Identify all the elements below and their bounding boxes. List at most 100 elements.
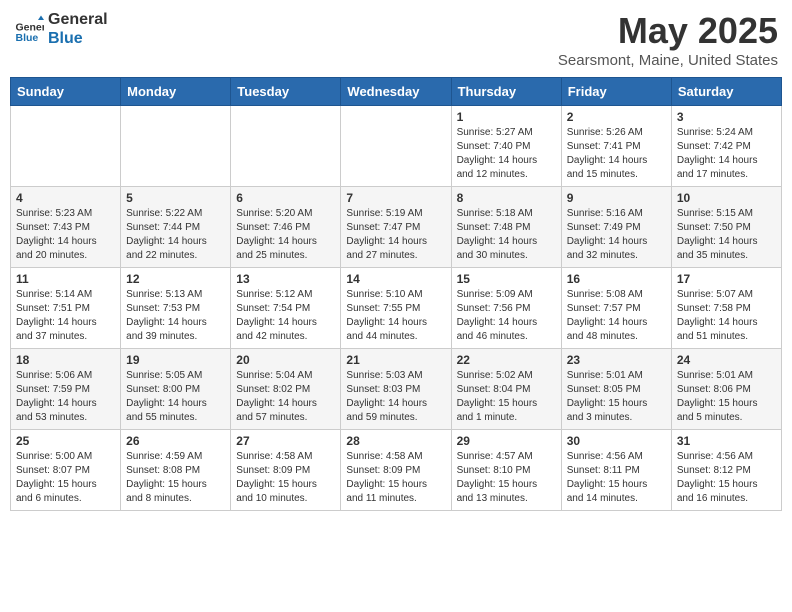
day-number: 19 bbox=[126, 353, 225, 367]
day-info: Sunrise: 5:01 AM Sunset: 8:05 PM Dayligh… bbox=[567, 369, 666, 425]
svg-text:Blue: Blue bbox=[16, 32, 39, 44]
day-number: 1 bbox=[457, 110, 556, 124]
day-number: 6 bbox=[236, 191, 335, 205]
calendar-cell bbox=[11, 106, 121, 187]
day-number: 5 bbox=[126, 191, 225, 205]
calendar-week-row: 25Sunrise: 5:00 AM Sunset: 8:07 PM Dayli… bbox=[11, 430, 782, 511]
day-number: 16 bbox=[567, 272, 666, 286]
day-number: 2 bbox=[567, 110, 666, 124]
day-info: Sunrise: 4:59 AM Sunset: 8:08 PM Dayligh… bbox=[126, 450, 225, 506]
day-info: Sunrise: 5:14 AM Sunset: 7:51 PM Dayligh… bbox=[16, 288, 115, 344]
day-info: Sunrise: 5:18 AM Sunset: 7:48 PM Dayligh… bbox=[457, 207, 556, 263]
calendar-table: SundayMondayTuesdayWednesdayThursdayFrid… bbox=[10, 77, 782, 511]
calendar-header-row: SundayMondayTuesdayWednesdayThursdayFrid… bbox=[11, 78, 782, 106]
calendar-week-row: 11 Sunrise: 5:14 AM Sunset: 7:51 PM Dayli… bbox=[11, 268, 782, 349]
day-info: Sunrise: 5:04 AM Sunset: 8:02 PM Dayligh… bbox=[236, 369, 335, 425]
day-info: Sunrise: 5:26 AM Sunset: 7:41 PM Dayligh… bbox=[567, 126, 666, 182]
day-info: Sunrise: 5:15 AM Sunset: 7:50 PM Dayligh… bbox=[677, 207, 776, 263]
calendar-week-row: 1 Sunrise: 5:27 AM Sunset: 7:40 PM Daylig… bbox=[11, 106, 782, 187]
calendar-cell: 21 Sunrise: 5:03 AM Sunset: 8:03 PM Dayli… bbox=[341, 349, 451, 430]
day-number: 23 bbox=[567, 353, 666, 367]
day-number: 22 bbox=[457, 353, 556, 367]
calendar-cell: 30Sunrise: 4:56 AM Sunset: 8:11 PM Dayli… bbox=[561, 430, 671, 511]
calendar-cell: 26 Sunrise: 4:59 AM Sunset: 8:08 PM Dayli… bbox=[121, 430, 231, 511]
logo-icon: General Blue bbox=[14, 14, 44, 44]
calendar-cell: 27 Sunrise: 4:58 AM Sunset: 8:09 PM Dayli… bbox=[231, 430, 341, 511]
calendar-cell: 7Sunrise: 5:19 AM Sunset: 7:47 PM Daylig… bbox=[341, 187, 451, 268]
weekday-header: Monday bbox=[121, 78, 231, 106]
calendar-cell: 2 Sunrise: 5:26 AM Sunset: 7:41 PM Daylig… bbox=[561, 106, 671, 187]
calendar-cell: 9 Sunrise: 5:16 AM Sunset: 7:49 PM Daylig… bbox=[561, 187, 671, 268]
day-info: Sunrise: 5:00 AM Sunset: 8:07 PM Dayligh… bbox=[16, 450, 115, 506]
day-number: 28 bbox=[346, 434, 445, 448]
calendar-week-row: 4Sunrise: 5:23 AM Sunset: 7:43 PM Daylig… bbox=[11, 187, 782, 268]
day-number: 11 bbox=[16, 272, 115, 286]
day-number: 26 bbox=[126, 434, 225, 448]
calendar-cell bbox=[121, 106, 231, 187]
calendar-cell: 29Sunrise: 4:57 AM Sunset: 8:10 PM Dayli… bbox=[451, 430, 561, 511]
location: Searsmont, Maine, United States bbox=[558, 52, 778, 69]
calendar-cell: 10 Sunrise: 5:15 AM Sunset: 7:50 PM Dayli… bbox=[671, 187, 781, 268]
day-number: 14 bbox=[346, 272, 445, 286]
day-info: Sunrise: 5:24 AM Sunset: 7:42 PM Dayligh… bbox=[677, 126, 776, 182]
calendar-cell: 16Sunrise: 5:08 AM Sunset: 7:57 PM Dayli… bbox=[561, 268, 671, 349]
calendar-cell: 19 Sunrise: 5:05 AM Sunset: 8:00 PM Dayli… bbox=[121, 349, 231, 430]
logo-text: General Blue bbox=[48, 10, 108, 48]
day-info: Sunrise: 4:56 AM Sunset: 8:12 PM Dayligh… bbox=[677, 450, 776, 506]
day-number: 12 bbox=[126, 272, 225, 286]
day-info: Sunrise: 5:02 AM Sunset: 8:04 PM Dayligh… bbox=[457, 369, 556, 425]
day-info: Sunrise: 4:58 AM Sunset: 8:09 PM Dayligh… bbox=[346, 450, 445, 506]
day-number: 10 bbox=[677, 191, 776, 205]
calendar-cell: 17Sunrise: 5:07 AM Sunset: 7:58 PM Dayli… bbox=[671, 268, 781, 349]
logo-blue: Blue bbox=[48, 29, 108, 48]
day-info: Sunrise: 5:05 AM Sunset: 8:00 PM Dayligh… bbox=[126, 369, 225, 425]
calendar-cell: 11 Sunrise: 5:14 AM Sunset: 7:51 PM Dayli… bbox=[11, 268, 121, 349]
calendar-cell: 5 Sunrise: 5:22 AM Sunset: 7:44 PM Daylig… bbox=[121, 187, 231, 268]
calendar-cell: 12Sunrise: 5:13 AM Sunset: 7:53 PM Dayli… bbox=[121, 268, 231, 349]
day-info: Sunrise: 5:03 AM Sunset: 8:03 PM Dayligh… bbox=[346, 369, 445, 425]
day-number: 8 bbox=[457, 191, 556, 205]
logo-general: General bbox=[48, 10, 108, 29]
calendar-cell: 18 Sunrise: 5:06 AM Sunset: 7:59 PM Dayli… bbox=[11, 349, 121, 430]
day-number: 31 bbox=[677, 434, 776, 448]
day-number: 18 bbox=[16, 353, 115, 367]
day-info: Sunrise: 5:16 AM Sunset: 7:49 PM Dayligh… bbox=[567, 207, 666, 263]
day-info: Sunrise: 5:07 AM Sunset: 7:58 PM Dayligh… bbox=[677, 288, 776, 344]
day-info: Sunrise: 5:06 AM Sunset: 7:59 PM Dayligh… bbox=[16, 369, 115, 425]
day-number: 4 bbox=[16, 191, 115, 205]
weekday-header: Saturday bbox=[671, 78, 781, 106]
day-info: Sunrise: 5:19 AM Sunset: 7:47 PM Dayligh… bbox=[346, 207, 445, 263]
day-info: Sunrise: 4:58 AM Sunset: 8:09 PM Dayligh… bbox=[236, 450, 335, 506]
weekday-header: Wednesday bbox=[341, 78, 451, 106]
day-number: 27 bbox=[236, 434, 335, 448]
calendar-week-row: 18 Sunrise: 5:06 AM Sunset: 7:59 PM Dayli… bbox=[11, 349, 782, 430]
calendar-cell: 24 Sunrise: 5:01 AM Sunset: 8:06 PM Dayli… bbox=[671, 349, 781, 430]
day-number: 20 bbox=[236, 353, 335, 367]
calendar-cell: 13Sunrise: 5:12 AM Sunset: 7:54 PM Dayli… bbox=[231, 268, 341, 349]
weekday-header: Sunday bbox=[11, 78, 121, 106]
day-number: 9 bbox=[567, 191, 666, 205]
day-number: 21 bbox=[346, 353, 445, 367]
day-number: 15 bbox=[457, 272, 556, 286]
calendar-cell: 20 Sunrise: 5:04 AM Sunset: 8:02 PM Dayli… bbox=[231, 349, 341, 430]
month-title: May 2025 bbox=[558, 10, 778, 52]
calendar-cell bbox=[341, 106, 451, 187]
weekday-header: Friday bbox=[561, 78, 671, 106]
day-info: Sunrise: 5:09 AM Sunset: 7:56 PM Dayligh… bbox=[457, 288, 556, 344]
logo: General Blue General Blue bbox=[14, 10, 108, 48]
calendar-cell: 25Sunrise: 5:00 AM Sunset: 8:07 PM Dayli… bbox=[11, 430, 121, 511]
calendar-cell: 3Sunrise: 5:24 AM Sunset: 7:42 PM Daylig… bbox=[671, 106, 781, 187]
day-info: Sunrise: 5:27 AM Sunset: 7:40 PM Dayligh… bbox=[457, 126, 556, 182]
calendar-cell: 23 Sunrise: 5:01 AM Sunset: 8:05 PM Dayli… bbox=[561, 349, 671, 430]
calendar-cell: 31 Sunrise: 4:56 AM Sunset: 8:12 PM Dayli… bbox=[671, 430, 781, 511]
page-header: General Blue General Blue May 2025 Sears… bbox=[10, 10, 782, 69]
calendar-cell: 8 Sunrise: 5:18 AM Sunset: 7:48 PM Daylig… bbox=[451, 187, 561, 268]
day-info: Sunrise: 5:22 AM Sunset: 7:44 PM Dayligh… bbox=[126, 207, 225, 263]
weekday-header: Tuesday bbox=[231, 78, 341, 106]
calendar-cell: 6 Sunrise: 5:20 AM Sunset: 7:46 PM Daylig… bbox=[231, 187, 341, 268]
day-number: 24 bbox=[677, 353, 776, 367]
calendar-cell: 22 Sunrise: 5:02 AM Sunset: 8:04 PM Dayli… bbox=[451, 349, 561, 430]
day-info: Sunrise: 5:20 AM Sunset: 7:46 PM Dayligh… bbox=[236, 207, 335, 263]
day-info: Sunrise: 5:01 AM Sunset: 8:06 PM Dayligh… bbox=[677, 369, 776, 425]
day-info: Sunrise: 4:56 AM Sunset: 8:11 PM Dayligh… bbox=[567, 450, 666, 506]
